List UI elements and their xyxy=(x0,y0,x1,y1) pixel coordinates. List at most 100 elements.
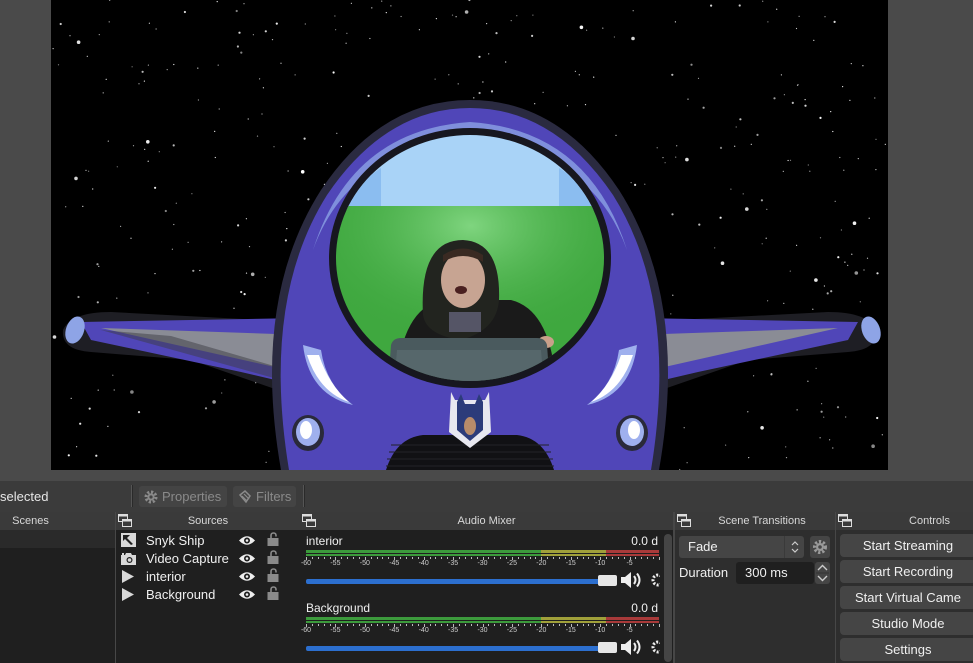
unlocked-padlock-icon[interactable] xyxy=(267,586,279,603)
undock-icon[interactable] xyxy=(118,514,132,527)
properties-label: Properties xyxy=(162,489,222,504)
properties-button[interactable]: Properties xyxy=(139,486,227,507)
star xyxy=(98,34,100,36)
volume-slider[interactable] xyxy=(306,579,616,584)
star xyxy=(686,462,688,464)
star xyxy=(164,209,167,213)
source-item-snyk-ship[interactable]: Snyk Ship xyxy=(116,531,300,549)
star xyxy=(756,133,759,136)
transition-select[interactable]: Fade xyxy=(679,536,804,558)
undock-icon[interactable] xyxy=(677,514,691,527)
studio-mode-button[interactable]: Studio Mode xyxy=(840,612,973,635)
star xyxy=(868,217,870,219)
star xyxy=(105,78,107,80)
star xyxy=(268,450,270,452)
undock-icon[interactable] xyxy=(302,514,316,527)
meter-tick xyxy=(529,624,531,626)
meter-segment xyxy=(541,550,607,553)
preview-canvas[interactable] xyxy=(51,0,888,470)
star xyxy=(574,70,577,72)
meter-tick xyxy=(647,557,649,559)
star xyxy=(204,407,208,410)
meter-tick xyxy=(353,557,355,559)
visibility-eye-icon[interactable] xyxy=(239,570,255,585)
visibility-eye-icon[interactable] xyxy=(239,588,255,603)
star xyxy=(175,202,177,204)
star xyxy=(367,94,370,97)
star xyxy=(96,301,99,304)
filters-button[interactable]: Filters xyxy=(233,486,296,507)
volume-slider-handle[interactable] xyxy=(598,575,617,586)
star xyxy=(814,278,818,282)
star xyxy=(630,182,632,184)
scene-transitions-body: Fade Duration 300 ms xyxy=(675,530,835,663)
duration-input[interactable]: 300 ms xyxy=(736,562,814,584)
star xyxy=(451,14,454,16)
star xyxy=(271,39,274,41)
visibility-eye-icon[interactable] xyxy=(239,534,255,549)
star xyxy=(138,83,140,85)
star xyxy=(304,23,306,25)
star xyxy=(862,65,864,67)
meter-tick xyxy=(588,557,590,559)
volume-meter xyxy=(306,617,659,624)
meter-tick-label: -45 xyxy=(389,560,400,567)
meter-tick xyxy=(429,624,431,626)
meter-tick-label: -50 xyxy=(359,560,370,567)
source-name: interior xyxy=(146,568,186,584)
meter-tick xyxy=(458,624,460,626)
star xyxy=(672,294,674,296)
star xyxy=(141,70,144,73)
start-virtual-camera-button[interactable]: Start Virtual Came xyxy=(840,586,973,609)
star xyxy=(760,426,764,430)
unlocked-padlock-icon[interactable] xyxy=(267,568,279,585)
star xyxy=(834,200,836,202)
start-streaming-button[interactable]: Start Streaming xyxy=(840,534,973,557)
meter-tick xyxy=(535,557,537,559)
meter-tick-label: -5 xyxy=(626,560,633,567)
transition-properties-button[interactable] xyxy=(810,536,830,558)
channel-settings-gear-icon[interactable] xyxy=(648,573,665,592)
undock-icon[interactable] xyxy=(838,514,852,527)
meter-tick xyxy=(641,624,643,626)
scene-list-item[interactable] xyxy=(0,530,115,548)
settings-button[interactable]: Settings xyxy=(840,638,973,661)
start-recording-button[interactable]: Start Recording xyxy=(840,560,973,583)
visibility-eye-icon[interactable] xyxy=(239,552,255,567)
source-item-background[interactable]: Background xyxy=(116,585,300,603)
star xyxy=(92,188,94,190)
meter-tick xyxy=(329,557,331,559)
sources-list[interactable]: Snyk Ship Video Capture interior Backgro… xyxy=(116,530,300,663)
star xyxy=(76,446,78,448)
star xyxy=(613,36,616,38)
source-item-video-capture[interactable]: Video Capture xyxy=(116,549,300,567)
meter-segment xyxy=(541,621,607,623)
star xyxy=(214,156,216,159)
volume-slider-handle[interactable] xyxy=(598,642,617,653)
star xyxy=(158,151,160,153)
scenes-list[interactable] xyxy=(0,530,115,663)
meter-tick xyxy=(523,557,525,559)
star xyxy=(88,407,91,410)
controls-body: Start Streaming Start Recording Start Vi… xyxy=(836,530,973,663)
source-item-interior[interactable]: interior xyxy=(116,567,300,585)
duration-stepper[interactable] xyxy=(815,562,830,584)
volume-slider[interactable] xyxy=(306,646,616,651)
star xyxy=(464,10,469,14)
star xyxy=(510,20,512,22)
meter-tick xyxy=(500,557,502,559)
unlocked-padlock-icon[interactable] xyxy=(267,550,279,567)
meter-tick xyxy=(400,624,402,626)
star xyxy=(102,92,104,94)
unlocked-padlock-icon[interactable] xyxy=(267,532,279,549)
meter-tick-label: -25 xyxy=(506,560,517,567)
channel-settings-gear-icon[interactable] xyxy=(648,640,665,659)
speaker-mute-icon[interactable] xyxy=(620,639,644,660)
star xyxy=(586,29,588,31)
star xyxy=(578,74,580,76)
speaker-mute-icon[interactable] xyxy=(620,572,644,593)
star xyxy=(252,34,254,36)
meter-tick-label: -35 xyxy=(448,627,459,634)
star xyxy=(593,76,595,78)
mixer-scrollbar[interactable] xyxy=(664,534,672,662)
